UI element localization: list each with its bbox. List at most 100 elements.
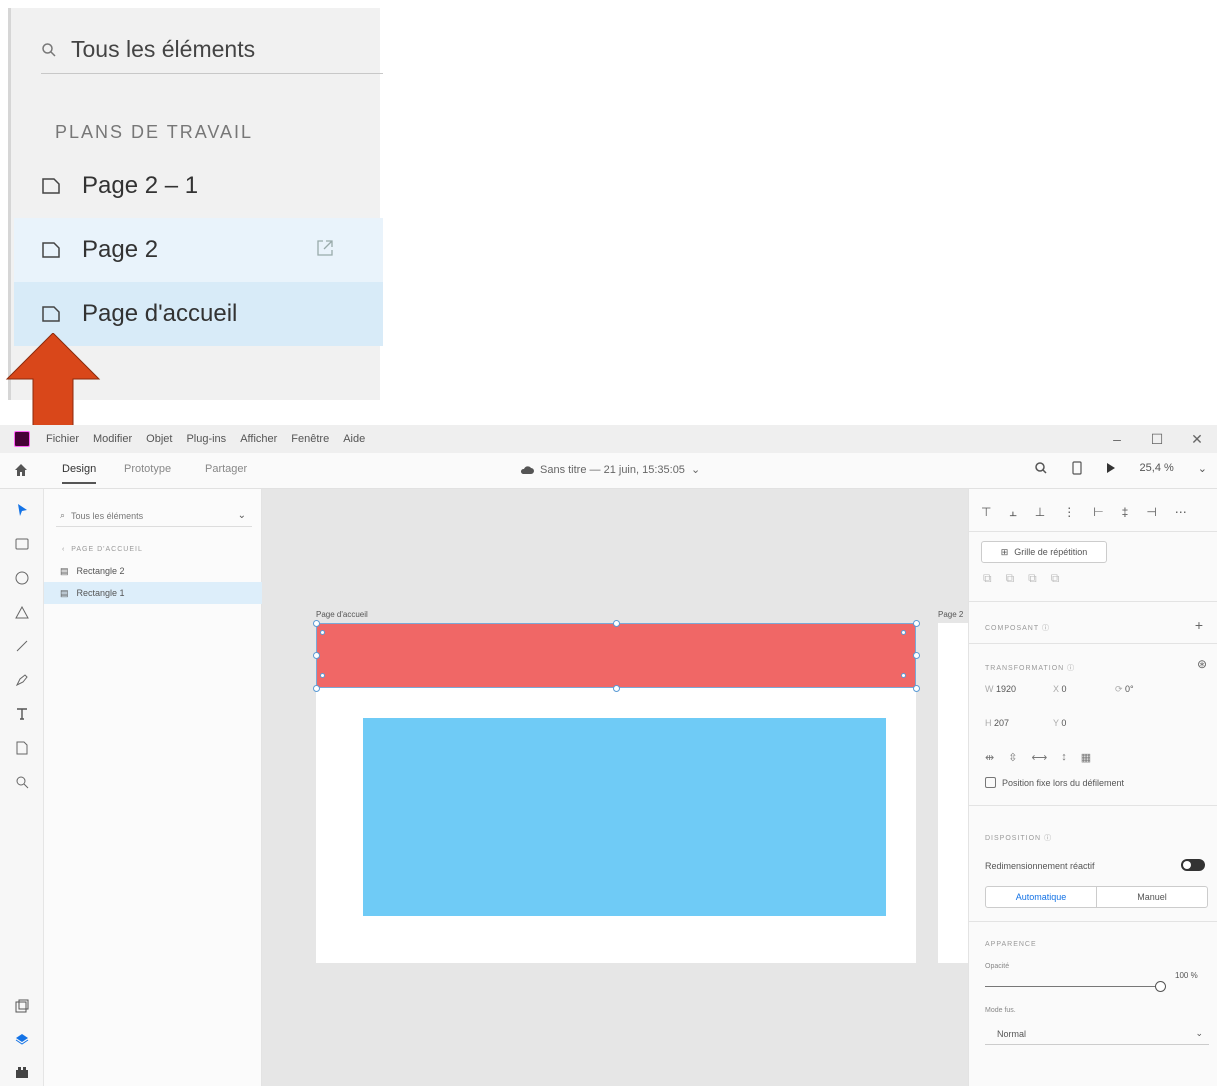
menu-item-fenetre[interactable]: Fenêtre <box>291 433 329 445</box>
subtract-icon[interactable]: ⧉ <box>1006 571 1015 586</box>
close-button[interactable]: ✕ <box>1177 425 1217 453</box>
polygon-tool-icon[interactable] <box>13 603 31 621</box>
layer-item-rectangle-1[interactable]: ▤ Rectangle 1 <box>44 582 262 604</box>
intersect-icon[interactable]: ⧉ <box>1028 571 1037 586</box>
zoom-level[interactable]: 25,4 % <box>1140 462 1174 474</box>
align-middle-icon[interactable]: ⫠ <box>1009 505 1016 520</box>
artboard-item-page-2[interactable]: Page 2 <box>14 218 383 282</box>
layers-search-field[interactable]: ⌕ Tous les éléments ⌄ <box>56 505 252 527</box>
artboard-item-page-2-1[interactable]: Page 2 – 1 <box>14 154 383 218</box>
tab-design[interactable]: Design <box>62 463 97 484</box>
align-right-icon[interactable]: ⊣ <box>1146 505 1156 520</box>
tab-partager[interactable]: Partager <box>205 463 247 475</box>
menu-item-modifier[interactable]: Modifier <box>93 433 132 445</box>
menu-item-objet[interactable]: Objet <box>146 433 172 445</box>
tab-prototype[interactable]: Prototype <box>124 463 171 475</box>
y-field[interactable]: Y 0 <box>1053 718 1066 728</box>
distribute-horizontal-icon[interactable]: ⋯ <box>1175 505 1187 520</box>
line-tool-icon[interactable] <box>13 637 31 655</box>
repeat-grid-label: Grille de répétition <box>1014 547 1088 557</box>
user-feedback-icon[interactable] <box>1034 461 1048 475</box>
play-icon[interactable] <box>1106 462 1116 474</box>
home-icon[interactable] <box>14 463 28 477</box>
resize-handle[interactable] <box>913 652 920 659</box>
resize-handle[interactable] <box>613 685 620 692</box>
align-center-icon[interactable]: ‡ <box>1122 505 1129 520</box>
corner-radius-handle[interactable] <box>901 630 906 635</box>
fixed-position-option[interactable]: Position fixe lors du défilement <box>985 777 1124 788</box>
flip-vertical-icon[interactable]: ⇳ <box>1008 751 1017 764</box>
plugins-panel-icon[interactable] <box>13 1063 31 1081</box>
resize-handle[interactable] <box>913 620 920 627</box>
auto-mode-button[interactable]: Automatique <box>985 886 1097 908</box>
menu-item-afficher[interactable]: Afficher <box>240 433 277 445</box>
artboard2-label[interactable]: Page 2 <box>938 610 966 619</box>
artboard-icon <box>42 306 60 322</box>
corner-radius-handle[interactable] <box>901 673 906 678</box>
rectangle-tool-icon[interactable] <box>13 535 31 553</box>
menu-item-plugins[interactable]: Plug-ins <box>186 433 226 445</box>
align-bottom-icon[interactable]: ⊥ <box>1035 505 1045 520</box>
chevron-down-icon[interactable]: ⌄ <box>238 510 246 521</box>
resize-handle[interactable] <box>313 620 320 627</box>
rectangle-1-shape[interactable] <box>316 623 916 688</box>
assets-panel-icon[interactable] <box>13 997 31 1015</box>
artboard-tool-icon[interactable] <box>13 739 31 757</box>
resize-handle[interactable] <box>313 685 320 692</box>
add-icon[interactable]: ⧉ <box>983 571 992 586</box>
flip-horizontal-icon[interactable]: ⇹ <box>985 751 994 764</box>
3d-transform-icon[interactable]: ⊛ <box>1197 657 1207 671</box>
zoom-tool-icon[interactable] <box>13 773 31 791</box>
fixed-position-checkbox[interactable] <box>985 777 996 788</box>
inset-search-field[interactable]: Tous les éléments <box>41 26 383 74</box>
layer-item-rectangle-2[interactable]: ▤ Rectangle 2 <box>44 560 262 582</box>
add-component-icon[interactable]: + <box>1195 617 1203 633</box>
width-field[interactable]: W 1920 <box>985 684 1016 694</box>
repeat-grid-button[interactable]: ⊞ Grille de répétition <box>981 541 1107 563</box>
opacity-slider-thumb[interactable] <box>1155 981 1166 992</box>
menu-item-aide[interactable]: Aide <box>343 433 365 445</box>
resize-handle[interactable] <box>313 652 320 659</box>
responsive-height-icon[interactable]: ↕ <box>1061 751 1067 764</box>
artboard-label[interactable]: Page d'accueil <box>316 610 368 619</box>
distribute-vertical-icon[interactable]: ⋮ <box>1063 505 1075 520</box>
layers-panel-icon[interactable] <box>13 1030 31 1048</box>
external-link-icon[interactable] <box>315 238 335 258</box>
boolean-ops: ⧉ ⧉ ⧉ ⧉ <box>983 571 1059 586</box>
component-section-label: COMPOSANT ⓘ <box>985 625 1050 632</box>
align-left-icon[interactable]: ⊢ <box>1093 505 1103 520</box>
resize-handle[interactable] <box>913 685 920 692</box>
opacity-slider-track[interactable] <box>985 986 1163 987</box>
design-canvas[interactable]: Page d'accueil Page 2 <box>262 489 968 1086</box>
align-top-icon[interactable]: ⊤ <box>981 505 991 520</box>
select-tool-icon[interactable] <box>13 501 31 519</box>
device-preview-icon[interactable] <box>1071 461 1082 475</box>
responsive-resize-toggle[interactable] <box>1181 859 1205 871</box>
resize-handle[interactable] <box>613 620 620 627</box>
constraints-icon[interactable]: ▦ <box>1081 751 1091 764</box>
responsive-width-icon[interactable]: ⟷ <box>1031 751 1047 764</box>
layers-group-header[interactable]: ‹ PAGE D'ACCUEIL <box>62 546 143 553</box>
height-field[interactable]: H 207 <box>985 718 1009 728</box>
corner-radius-handle[interactable] <box>320 673 325 678</box>
x-field[interactable]: X 0 <box>1053 684 1067 694</box>
artboard-icon <box>42 242 60 258</box>
auto-mode-label: Automatique <box>1015 892 1067 902</box>
document-title[interactable]: Sans titre — 21 juin, 15:35:05 ⌄ <box>520 463 700 476</box>
ellipse-tool-icon[interactable] <box>13 569 31 587</box>
text-tool-icon[interactable] <box>13 705 31 723</box>
blend-mode-select[interactable]: Normal ⌄ <box>985 1023 1209 1045</box>
artboard-icon <box>42 178 60 194</box>
minimize-button[interactable]: – <box>1097 425 1137 453</box>
chevron-down-icon[interactable]: ⌄ <box>1198 462 1207 475</box>
pen-tool-icon[interactable] <box>13 671 31 689</box>
opacity-value[interactable]: 100 % <box>1175 971 1198 980</box>
exclude-icon[interactable]: ⧉ <box>1051 571 1060 586</box>
menu-item-fichier[interactable]: Fichier <box>46 433 79 445</box>
manual-mode-button[interactable]: Manuel <box>1096 886 1208 908</box>
maximize-button[interactable]: ☐ <box>1137 425 1177 453</box>
rotation-field[interactable]: ⟳ 0° <box>1115 684 1134 695</box>
artboard-page-2[interactable] <box>938 623 968 963</box>
corner-radius-handle[interactable] <box>320 630 325 635</box>
rectangle-2-shape[interactable] <box>363 718 886 916</box>
